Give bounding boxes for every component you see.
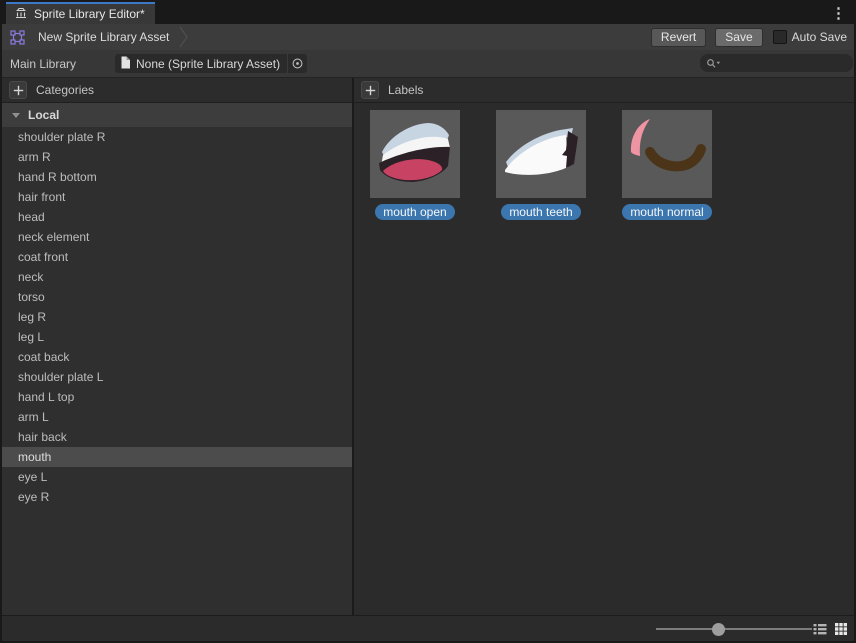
local-foldout-label: Local (28, 108, 59, 122)
category-row[interactable]: coat front (2, 247, 352, 267)
file-icon (120, 56, 131, 72)
labels-header-bar: Labels (354, 78, 854, 103)
auto-save-label: Auto Save (792, 30, 847, 44)
toolbar: New Sprite Library Asset Revert Save Aut… (2, 24, 854, 50)
local-foldout[interactable]: Local (2, 103, 352, 127)
category-row[interactable]: head (2, 207, 352, 227)
category-row[interactable]: leg R (2, 307, 352, 327)
label-item-mouth-open[interactable]: mouth open (370, 110, 460, 220)
category-row[interactable]: hair back (2, 427, 352, 447)
add-label-button[interactable] (361, 81, 379, 99)
labels-panel: Labels mouth open (354, 78, 854, 615)
category-row[interactable]: neck (2, 267, 352, 287)
kebab-menu-icon[interactable]: ⋮ (831, 2, 846, 24)
save-button[interactable]: Save (715, 28, 762, 47)
revert-button[interactable]: Revert (651, 28, 706, 47)
category-row[interactable]: hand L top (2, 387, 352, 407)
tab-title: Sprite Library Editor* (34, 7, 145, 21)
sprite-asset-icon (9, 29, 26, 46)
categories-header-bar: Categories (2, 78, 352, 103)
categories-panel: Categories Local shoulder plate Rarm Rha… (2, 78, 352, 615)
category-row[interactable]: coat back (2, 347, 352, 367)
breadcrumb[interactable]: New Sprite Library Asset (26, 24, 189, 50)
category-list: shoulder plate Rarm Rhand R bottomhair f… (2, 127, 352, 507)
bottom-bar (2, 615, 854, 641)
category-row[interactable]: leg L (2, 327, 352, 347)
label-pill[interactable]: mouth teeth (501, 204, 580, 220)
object-field-value: None (Sprite Library Asset) (136, 57, 282, 71)
main-library-label: Main Library (10, 50, 76, 77)
search-input[interactable] (725, 56, 847, 70)
auto-save-checkbox[interactable] (773, 30, 787, 44)
foldout-triangle-icon (12, 113, 20, 118)
category-row[interactable]: eye R (2, 487, 352, 507)
add-category-button[interactable] (9, 81, 27, 99)
label-grid: mouth open mouth teeth (354, 103, 854, 220)
category-row[interactable]: shoulder plate L (2, 367, 352, 387)
sprite-thumbnail-mouth-normal[interactable] (622, 110, 712, 198)
sprite-thumbnail-mouth-open[interactable] (370, 110, 460, 198)
breadcrumb-label: New Sprite Library Asset (38, 30, 169, 44)
thumbnail-zoom-slider[interactable] (656, 616, 812, 641)
category-row[interactable]: eye L (2, 467, 352, 487)
category-row[interactable]: shoulder plate R (2, 127, 352, 147)
toolbar-right: Revert Save Auto Save (651, 28, 847, 47)
main-library-row: Main Library None (Sprite Library Asset) (2, 50, 854, 78)
list-view-icon[interactable] (812, 621, 828, 637)
search-field[interactable] (700, 54, 853, 72)
category-row[interactable]: mouth (2, 447, 352, 467)
category-row[interactable]: neck element (2, 227, 352, 247)
labels-header: Labels (388, 83, 423, 97)
zoom-slider-knob[interactable] (712, 623, 725, 636)
category-row[interactable]: hair front (2, 187, 352, 207)
breadcrumb-chevron-icon (179, 26, 189, 48)
search-icon (706, 58, 721, 69)
library-icon (14, 6, 28, 23)
label-pill[interactable]: mouth open (375, 204, 454, 220)
sprite-thumbnail-mouth-teeth[interactable] (496, 110, 586, 198)
main-library-object-field[interactable]: None (Sprite Library Asset) (115, 54, 307, 73)
category-row[interactable]: torso (2, 287, 352, 307)
slider-track[interactable] (656, 628, 812, 630)
label-item-mouth-teeth[interactable]: mouth teeth (496, 110, 586, 220)
label-item-mouth-normal[interactable]: mouth normal (622, 110, 712, 220)
categories-header: Categories (36, 83, 94, 97)
grid-view-icon[interactable] (833, 621, 849, 637)
sprite-library-editor-window: Sprite Library Editor* ⋮ New Sprite Libr… (0, 0, 856, 643)
category-row[interactable]: hand R bottom (2, 167, 352, 187)
category-row[interactable]: arm L (2, 407, 352, 427)
tab-bar: Sprite Library Editor* ⋮ (2, 2, 854, 24)
label-pill[interactable]: mouth normal (622, 204, 711, 220)
tab-sprite-library-editor[interactable]: Sprite Library Editor* (6, 2, 155, 24)
object-picker-icon[interactable] (287, 54, 307, 73)
category-row[interactable]: arm R (2, 147, 352, 167)
